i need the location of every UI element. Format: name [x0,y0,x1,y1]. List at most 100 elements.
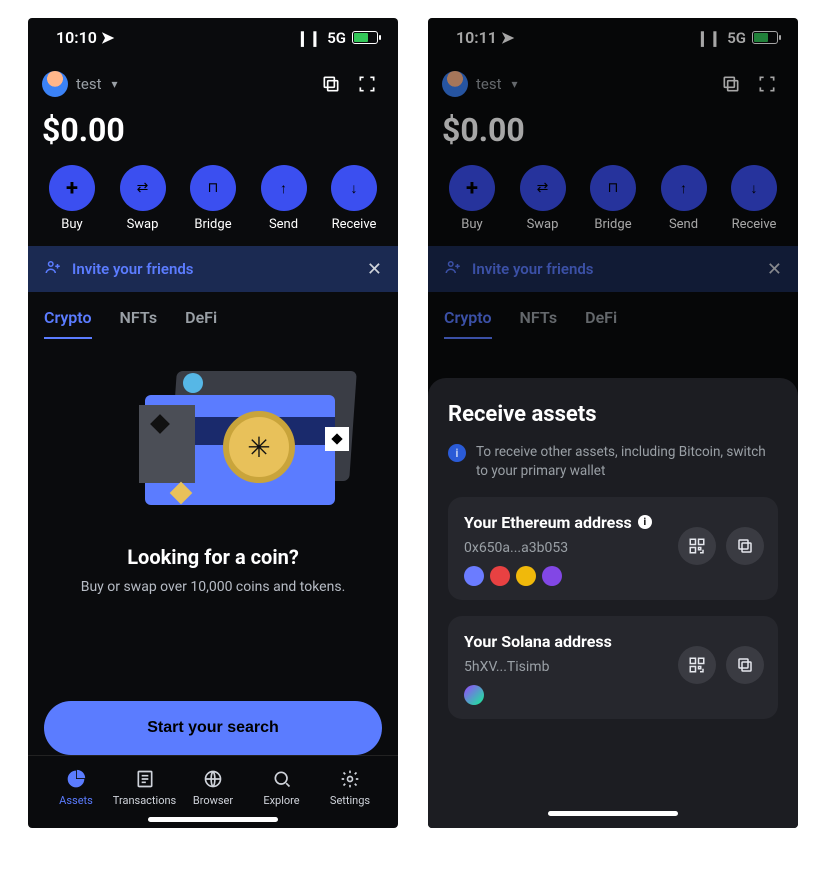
tab-crypto[interactable]: Crypto [444,308,492,339]
empty-title: Looking for a coin? [127,545,299,569]
invite-icon [44,258,62,280]
sol-address-card[interactable]: Your Solana address 5hXV...Tisimb [448,616,778,719]
buy-label: Buy [461,217,482,232]
arrow-down-icon: ↓ [751,180,758,197]
start-search-button[interactable]: Start your search [44,701,382,755]
receive-sheet: Receive assets i To receive other assets… [428,378,798,828]
tab-defi[interactable]: DeFi [185,308,217,339]
bridge-icon: ⊓ [608,180,619,196]
swap-button[interactable]: ⇄ Swap [513,165,573,232]
bridge-label: Bridge [194,217,231,232]
account-switcher[interactable]: test ▾ [42,71,118,97]
buy-button[interactable]: + Buy [442,165,502,232]
arrow-up-icon: ↑ [680,180,687,197]
pie-icon [65,768,87,790]
scan-icon[interactable] [756,73,778,95]
phone-receive-sheet: 10:11 ➤ ❙❙ 5G test ▾ $0.00 + Buy [428,18,798,828]
account-switcher[interactable]: test ▾ [442,71,518,97]
status-right: ❙❙ 5G [696,29,778,47]
solana-icon [464,685,484,705]
close-icon[interactable]: ✕ [767,259,782,280]
nav-browser[interactable]: Browser [183,768,243,807]
scan-icon[interactable] [356,73,378,95]
account-name: test [476,75,502,93]
swap-button[interactable]: ⇄ Swap [113,165,173,232]
tab-nfts[interactable]: NFTs [520,308,558,339]
clock-text: 10:11 [456,28,497,47]
status-time: 10:11 ➤ [456,28,514,47]
bridge-button[interactable]: ⊓ Bridge [183,165,243,232]
avalanche-icon [490,566,510,586]
copy-icon[interactable] [720,73,742,95]
swap-icon: ⇄ [537,180,549,196]
wallet-illustration: ✳ [83,365,343,525]
eth-address-card[interactable]: Your Ethereum address i 0x650a...a3b053 [448,497,778,600]
nav-explore[interactable]: Explore [252,768,312,807]
swap-label: Swap [127,217,159,232]
send-button[interactable]: ↑ Send [654,165,714,232]
asset-tabs: Crypto NFTs DeFi [428,292,798,339]
invite-banner[interactable]: Invite your friends ✕ [428,246,798,292]
qr-icon[interactable] [678,527,716,565]
nav-transactions[interactable]: Transactions [115,768,175,807]
receive-label: Receive [332,217,377,232]
clock-text: 10:10 [56,28,97,47]
balance-amount: $0.00 [28,105,398,163]
status-bar: 10:11 ➤ ❙❙ 5G [428,18,798,53]
buy-label: Buy [61,217,82,232]
copy-icon[interactable] [726,527,764,565]
invite-banner[interactable]: Invite your friends ✕ [28,246,398,292]
send-label: Send [669,217,698,232]
qr-icon[interactable] [678,646,716,684]
copy-icon[interactable] [320,73,342,95]
bottom-nav: Assets Transactions Browser Explore Sett… [28,755,398,811]
bridge-icon: ⊓ [208,180,219,196]
gear-icon [339,768,361,790]
swap-label: Swap [527,217,559,232]
battery-icon [752,31,778,44]
arrow-down-icon: ↓ [351,180,358,197]
location-icon: ➤ [101,28,114,47]
tab-defi[interactable]: DeFi [585,308,617,339]
account-row: test ▾ [428,53,798,105]
tab-nfts[interactable]: NFTs [120,308,158,339]
plus-icon: + [466,176,478,201]
nav-assets-label: Assets [59,794,93,807]
arrow-up-icon: ↑ [280,180,287,197]
bridge-label: Bridge [594,217,631,232]
info-icon[interactable]: i [638,515,652,529]
nav-assets[interactable]: Assets [46,768,106,807]
tab-crypto[interactable]: Crypto [44,308,92,339]
nav-transactions-label: Transactions [113,794,176,807]
close-icon[interactable]: ✕ [367,259,382,280]
avatar [442,71,468,97]
buy-button[interactable]: + Buy [42,165,102,232]
invite-text: Invite your friends [72,260,194,278]
bsc-icon [516,566,536,586]
account-name: test [76,75,102,93]
receive-button[interactable]: ↓ Receive [324,165,384,232]
phone-assets-screen: 10:10 ➤ ❙❙ 5G test ▾ $0.00 + Buy [28,18,398,828]
receive-button[interactable]: ↓ Receive [724,165,784,232]
receive-label: Receive [732,217,777,232]
invite-text: Invite your friends [472,260,594,278]
send-label: Send [269,217,298,232]
signal-icon: ❙❙ [296,29,321,47]
action-row: + Buy ⇄ Swap ⊓ Bridge ↑ Send ↓ Receive [28,163,398,246]
nav-settings[interactable]: Settings [320,768,380,807]
sheet-title: Receive assets [448,402,778,427]
account-row: test ▾ [28,53,398,105]
search-icon [271,768,293,790]
plus-icon: + [66,176,78,201]
signal-icon: ❙❙ [696,29,721,47]
chevron-down-icon: ▾ [112,77,118,91]
balance-amount: $0.00 [428,105,798,163]
nav-browser-label: Browser [193,794,233,807]
copy-icon[interactable] [726,646,764,684]
home-indicator[interactable] [548,811,678,816]
home-indicator[interactable] [148,817,278,822]
send-button[interactable]: ↑ Send [254,165,314,232]
polygon-icon [542,566,562,586]
network-label: 5G [327,29,346,47]
bridge-button[interactable]: ⊓ Bridge [583,165,643,232]
